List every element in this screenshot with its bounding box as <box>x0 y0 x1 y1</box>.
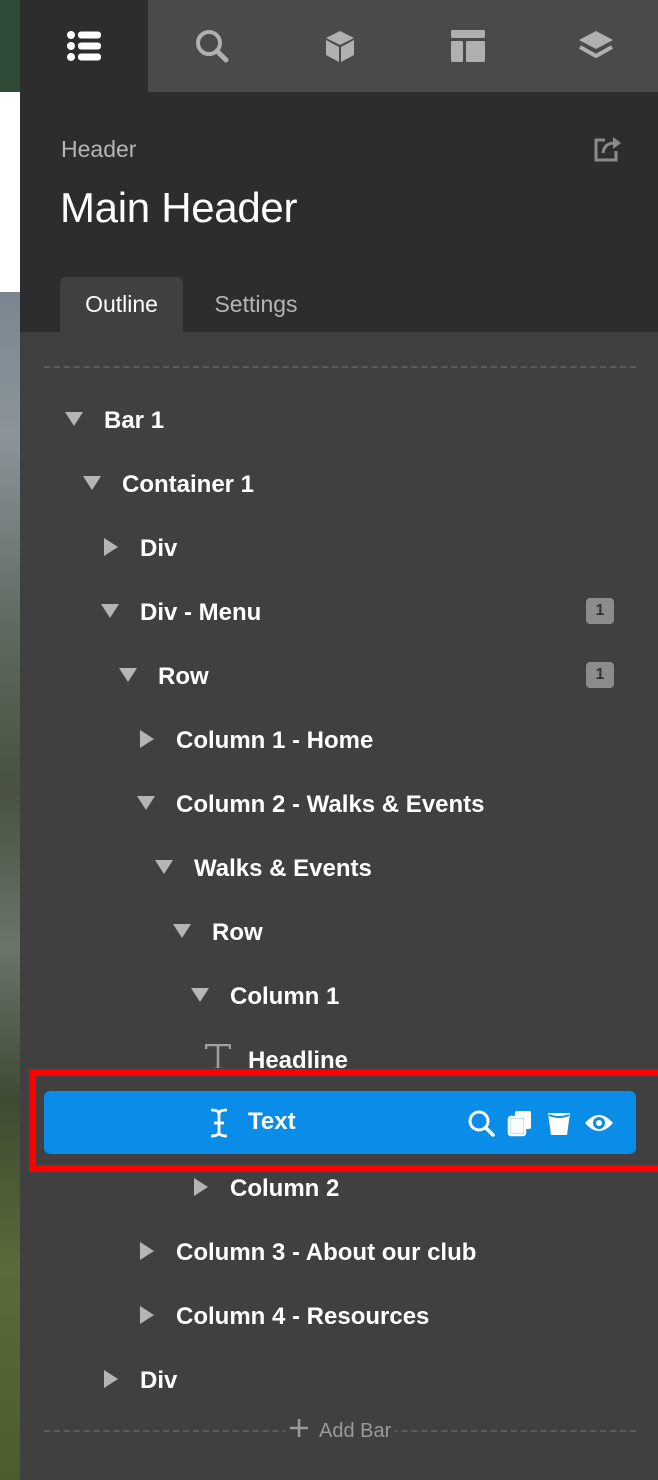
count-badge: 1 <box>586 598 614 624</box>
tree-item-label: Walks & Events <box>194 855 372 882</box>
tree-item-column-1[interactable]: Column 1 <box>20 964 658 1028</box>
expand-toggle-icon[interactable] <box>137 796 155 810</box>
builder-panel: Header Main Header Outline Settings Bar … <box>20 0 658 1480</box>
tree-item-column-3-about[interactable]: Column 3 - About our club <box>20 1220 658 1284</box>
tree-item-label: Bar 1 <box>104 407 165 434</box>
plus-icon <box>289 1418 309 1444</box>
collapse-toggle-icon[interactable] <box>140 1242 154 1260</box>
layout-icon[interactable] <box>404 0 532 92</box>
tree-item-label: Column 1 <box>230 983 340 1010</box>
tree-item-label: Headline <box>248 1047 349 1068</box>
tree-item-label: Column 2 <box>230 1175 340 1202</box>
panel-header: Header Main Header Outline Settings <box>20 92 658 332</box>
tree-item-column-2-walks-events[interactable]: Column 2 - Walks & Events <box>20 772 658 836</box>
export-icon[interactable] <box>592 134 622 164</box>
tree-item-div[interactable]: Div <box>20 516 658 580</box>
section-kicker: Header <box>61 136 137 162</box>
expand-toggle-icon[interactable] <box>191 988 209 1002</box>
collapse-toggle-icon[interactable] <box>140 730 154 748</box>
tree-item-label: Column 4 - Resources <box>176 1303 430 1330</box>
expand-toggle-icon[interactable] <box>65 412 83 426</box>
divider <box>44 366 636 368</box>
collapse-toggle-icon[interactable] <box>140 1306 154 1324</box>
tree-item-label: Row <box>158 663 209 690</box>
tree-item-headline[interactable]: Headline <box>20 1028 658 1068</box>
tree-item-label: Column 2 - Walks & Events <box>176 791 485 818</box>
tree-item-label: Div <box>140 1367 178 1394</box>
expand-toggle-icon[interactable] <box>173 924 191 938</box>
tree-item-bar-1[interactable]: Bar 1 <box>20 388 658 452</box>
top-toolbar <box>20 0 658 92</box>
tree-item-label: Container 1 <box>122 471 255 498</box>
layers-icon[interactable] <box>532 0 658 92</box>
tree-item-column-4-resources[interactable]: Column 4 - Resources <box>20 1284 658 1348</box>
tree-item-label: Row <box>212 919 263 946</box>
expand-toggle-icon[interactable] <box>83 476 101 490</box>
tree-item-column-2[interactable]: Column 2 <box>20 1156 658 1220</box>
background-page-strip <box>0 0 20 1480</box>
expand-toggle-icon[interactable] <box>155 860 173 874</box>
page-title: Main Header <box>60 184 298 231</box>
tree-item-label: Div <box>140 535 178 562</box>
add-bar-button[interactable]: Add Bar <box>285 1416 396 1446</box>
tab-settings[interactable]: Settings <box>188 277 324 332</box>
expand-toggle-icon[interactable] <box>119 668 137 682</box>
tree-item-div-menu[interactable]: Div - Menu 1 <box>20 580 658 644</box>
tree-item-walks-events[interactable]: Walks & Events <box>20 836 658 900</box>
count-badge: 1 <box>586 662 614 688</box>
collapse-toggle-icon[interactable] <box>104 1370 118 1388</box>
tree-item-label: Column 3 - About our club <box>176 1239 477 1266</box>
tree-item-row[interactable]: Row <box>20 900 658 964</box>
tree-item-label: Div - Menu <box>140 599 262 626</box>
tree-item-container-1[interactable]: Container 1 <box>20 452 658 516</box>
collapse-toggle-icon[interactable] <box>194 1178 208 1196</box>
tree-item-label: Column 1 - Home <box>176 727 374 754</box>
text-heading-icon <box>204 1043 232 1068</box>
tree-item-row[interactable]: Row 1 <box>20 644 658 708</box>
tab-outline[interactable]: Outline <box>60 277 183 332</box>
collapse-toggle-icon[interactable] <box>104 538 118 556</box>
search-icon[interactable] <box>148 0 276 92</box>
tree-item-column-1-home[interactable]: Column 1 - Home <box>20 708 658 772</box>
box-icon[interactable] <box>276 0 404 92</box>
add-bar-label: Add Bar <box>319 1419 392 1442</box>
expand-toggle-icon[interactable] <box>101 604 119 618</box>
outline-list-icon[interactable] <box>20 0 148 92</box>
tree-item-div[interactable]: Div <box>20 1348 658 1412</box>
